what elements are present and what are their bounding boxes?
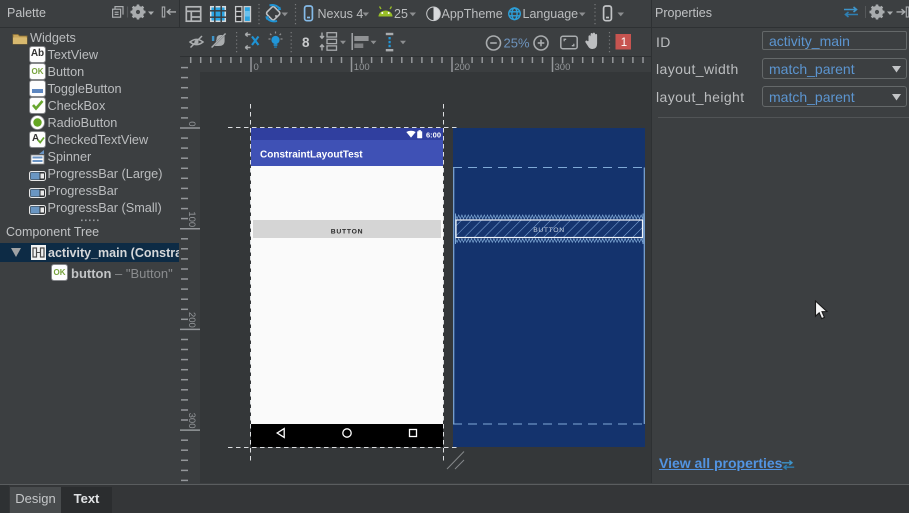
svg-text:25: 25 <box>394 7 408 21</box>
svg-text:200: 200 <box>186 312 197 328</box>
svg-text:100: 100 <box>186 211 197 227</box>
svg-text:ConstraintLayoutTest: ConstraintLayoutTest <box>260 150 363 161</box>
svg-text:300: 300 <box>555 62 571 73</box>
svg-text:BUTTON: BUTTON <box>533 227 564 234</box>
svg-text:8: 8 <box>302 35 310 50</box>
svg-text:6:00: 6:00 <box>426 131 441 140</box>
svg-text:AppTheme: AppTheme <box>442 7 503 21</box>
svg-text:1: 1 <box>621 37 627 49</box>
svg-text:Language: Language <box>523 7 579 21</box>
svg-text:100: 100 <box>354 62 370 73</box>
svg-text:0: 0 <box>186 121 197 126</box>
svg-text:25%: 25% <box>504 36 530 51</box>
svg-text:0: 0 <box>254 62 259 73</box>
svg-text:300: 300 <box>186 413 197 429</box>
svg-text:BUTTON: BUTTON <box>331 229 363 236</box>
svg-text:Nexus 4: Nexus 4 <box>318 7 364 21</box>
svg-text:200: 200 <box>454 62 470 73</box>
